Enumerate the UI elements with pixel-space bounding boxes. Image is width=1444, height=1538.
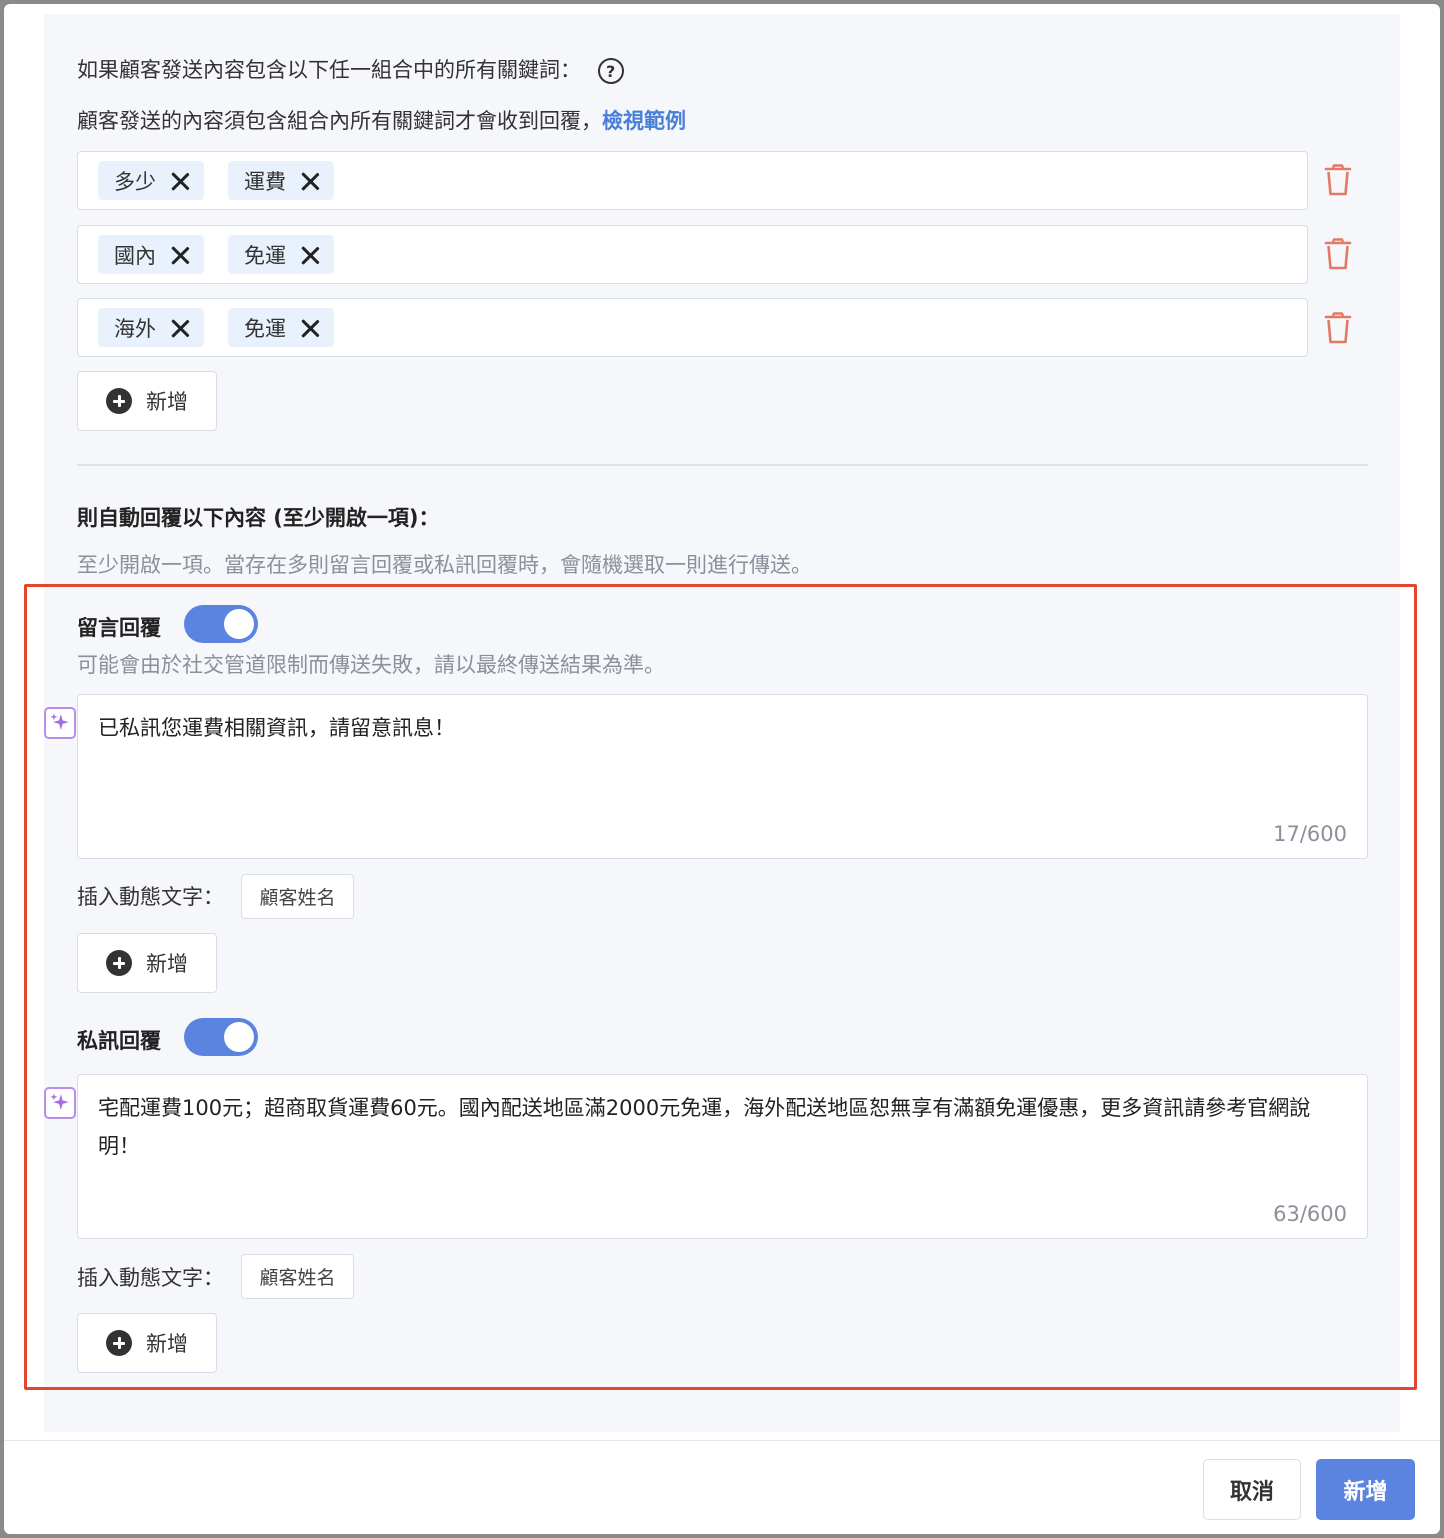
comment-reply-label: 留言回覆 [77, 616, 161, 640]
divider [77, 464, 1368, 466]
dm-reply-label: 私訊回覆 [77, 1029, 161, 1053]
comment-reply-toggle[interactable] [184, 605, 258, 643]
insert-dynamic-label: 插入動態文字： [77, 1266, 224, 1290]
plus-circle-icon [106, 950, 132, 976]
keyword-chip: 免運 [228, 235, 334, 274]
keyword-group-3[interactable]: 海外 免運 [77, 298, 1308, 357]
close-icon[interactable] [170, 318, 190, 338]
comment-reply-textarea[interactable]: 已私訊您運費相關資訊，請留意訊息！ 17/600 [77, 694, 1368, 859]
add-comment-reply-button[interactable]: 新增 [77, 933, 217, 993]
ai-sparkle-icon[interactable] [44, 1087, 76, 1119]
rule-panel: 如果顧客發送內容包含以下任一組合中的所有關鍵詞： ? 顧客發送的內容須包含組合內… [44, 14, 1400, 1432]
close-icon[interactable] [300, 171, 320, 191]
dialog: 如果顧客發送內容包含以下任一組合中的所有關鍵詞： ? 顧客發送的內容須包含組合內… [4, 4, 1440, 1534]
keyword-chip: 運費 [228, 161, 334, 200]
ai-sparkle-icon[interactable] [44, 707, 76, 739]
keyword-group-2[interactable]: 國內 免運 [77, 225, 1308, 284]
customer-name-chip[interactable]: 顧客姓名 [241, 1254, 354, 1299]
trash-icon[interactable] [1324, 238, 1352, 270]
dm-reply-toggle[interactable] [184, 1018, 258, 1056]
comment-reply-note: 可能會由於社交管道限制而傳送失敗，請以最終傳送結果為準。 [77, 653, 665, 677]
insert-dynamic-label: 插入動態文字： [77, 885, 224, 909]
keyword-chip: 海外 [98, 308, 204, 347]
keyword-group-1[interactable]: 多少 運費 [77, 151, 1308, 210]
char-count: 17/600 [1273, 822, 1347, 846]
customer-name-chip[interactable]: 顧客姓名 [241, 874, 354, 919]
comment-reply-text: 已私訊您運費相關資訊，請留意訊息！ [98, 716, 455, 740]
footer-divider [4, 1440, 1440, 1441]
close-icon[interactable] [170, 171, 190, 191]
add-dm-reply-button[interactable]: 新增 [77, 1313, 217, 1373]
trash-icon[interactable] [1324, 164, 1352, 196]
char-count: 63/600 [1273, 1202, 1347, 1226]
reply-title: 則自動回覆以下內容 (至少開啟一項)： [77, 506, 440, 530]
dm-reply-text: 宅配運費100元；超商取貨運費60元。國內配送地區滿2000元免運，海外配送地區… [98, 1096, 1311, 1158]
keyword-chip: 免運 [228, 308, 334, 347]
close-icon[interactable] [170, 245, 190, 265]
condition-desc: 顧客發送的內容須包含組合內所有關鍵詞才會收到回覆，檢視範例 [77, 109, 686, 133]
question-circle-icon[interactable]: ? [597, 58, 624, 84]
add-keyword-group-button[interactable]: 新增 [77, 371, 217, 431]
view-example-link[interactable]: 檢視範例 [602, 109, 686, 133]
close-icon[interactable] [300, 318, 320, 338]
reply-desc: 至少開啟一項。當存在多則留言回覆或私訊回覆時，會隨機選取一則進行傳送。 [77, 553, 812, 577]
cancel-button[interactable]: 取消 [1203, 1459, 1301, 1520]
keyword-chip: 多少 [98, 161, 204, 200]
submit-button[interactable]: 新增 [1316, 1459, 1415, 1520]
condition-title: 如果顧客發送內容包含以下任一組合中的所有關鍵詞： ? [77, 54, 624, 84]
trash-icon[interactable] [1324, 312, 1352, 344]
keyword-chip: 國內 [98, 235, 204, 274]
close-icon[interactable] [300, 245, 320, 265]
dm-reply-textarea[interactable]: 宅配運費100元；超商取貨運費60元。國內配送地區滿2000元免運，海外配送地區… [77, 1074, 1368, 1239]
plus-circle-icon [106, 388, 132, 414]
plus-circle-icon [106, 1330, 132, 1356]
